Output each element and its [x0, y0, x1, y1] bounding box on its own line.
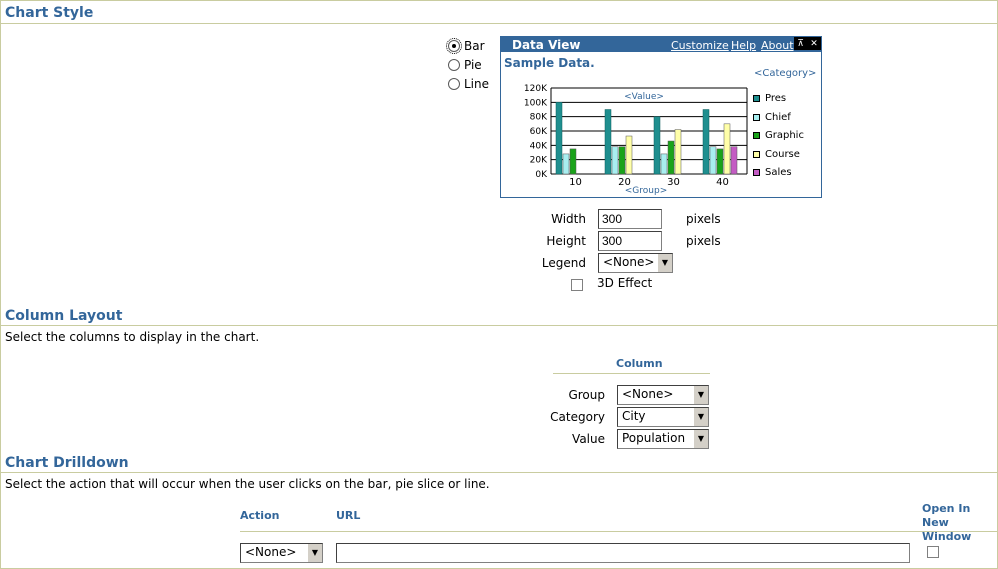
column-layout-description: Select the columns to display in the cha…	[5, 330, 260, 344]
action-select[interactable]: <None> ▼	[240, 543, 323, 563]
value-select[interactable]: Population ▼	[617, 429, 709, 449]
x-tick-label: 30	[667, 177, 680, 188]
height-input[interactable]	[598, 231, 662, 251]
legend-label: Sales	[765, 167, 792, 178]
y-tick-label: 20K	[530, 156, 548, 166]
radio-bar[interactable]: Bar	[446, 38, 485, 54]
bar	[625, 135, 633, 175]
legend-swatch	[753, 169, 760, 176]
column-header: Column	[616, 357, 663, 370]
column-layout-title: Column Layout	[5, 308, 123, 324]
chevron-down-icon[interactable]: ▼	[693, 386, 708, 404]
new-window-header: Open In New Window	[922, 502, 972, 543]
chevron-down-icon[interactable]: ▼	[693, 430, 708, 448]
category-label: Category	[550, 410, 605, 424]
url-header: URL	[336, 509, 361, 522]
height-label: Height	[546, 234, 586, 248]
bar	[709, 146, 717, 175]
radio-bar-button[interactable]	[446, 38, 462, 54]
x-tick-label: 10	[569, 177, 582, 188]
x-tick-label: 20	[618, 177, 631, 188]
group-label: Group	[568, 388, 605, 402]
bar	[611, 146, 619, 175]
legend-label: Chief	[765, 111, 791, 123]
y-tick-label: 80K	[530, 113, 548, 123]
group-select[interactable]: <None> ▼	[617, 385, 709, 405]
data-view-panel: Data View Customize Help About ⊼ ✕ Sampl…	[500, 36, 822, 198]
radio-pie-label: Pie	[464, 58, 482, 72]
group-select-value: <None>	[622, 387, 674, 401]
bar	[653, 116, 661, 175]
bar	[569, 148, 577, 175]
radio-line-label: Line	[464, 77, 490, 91]
width-input[interactable]	[598, 209, 662, 229]
3d-effect-checkbox[interactable]	[571, 279, 583, 291]
legend-item: Course	[753, 149, 800, 160]
legend-item: Sales	[753, 167, 792, 178]
chevron-down-icon[interactable]: ▼	[657, 254, 672, 272]
y-tick-label: 120K	[524, 84, 548, 94]
legend-swatch	[753, 132, 760, 139]
y-tick-label: 60K	[530, 127, 548, 137]
legend-swatch	[753, 95, 760, 102]
legend-label: Course	[765, 148, 800, 160]
radio-pie[interactable]: Pie	[448, 58, 482, 72]
url-input[interactable]	[336, 543, 910, 563]
drilldown-description: Select the action that will occur when t…	[5, 477, 490, 491]
bar	[674, 129, 682, 175]
legend-label: Graphic	[765, 130, 804, 141]
bar	[660, 153, 668, 175]
chevron-down-icon[interactable]: ▼	[307, 544, 322, 562]
radio-line[interactable]: Line	[448, 77, 489, 91]
category-select-value: City	[622, 409, 646, 423]
open-new-window-checkbox[interactable]	[927, 546, 939, 558]
bar	[555, 102, 563, 175]
drilldown-header-rule	[240, 531, 997, 532]
value-label: Value	[572, 432, 605, 446]
value-axis-label: <Value>	[624, 92, 664, 102]
bar	[723, 123, 731, 175]
radio-pie-button[interactable]	[448, 59, 460, 71]
column-header-rule	[553, 373, 710, 374]
legend-swatch	[753, 150, 760, 158]
width-label: Width	[551, 212, 586, 226]
section-divider	[1, 23, 997, 24]
legend-select-value: <None>	[603, 255, 655, 269]
radio-line-button[interactable]	[448, 78, 460, 90]
chart-style-title: Chart Style	[5, 5, 94, 21]
action-header: Action	[240, 509, 280, 522]
y-tick-label: 0K	[535, 170, 548, 180]
category-select[interactable]: City ▼	[617, 407, 709, 427]
radio-bar-label: Bar	[464, 39, 485, 53]
legend-label: Pres	[765, 93, 787, 104]
3d-effect-label: 3D Effect	[597, 276, 653, 290]
width-units: pixels	[686, 212, 721, 226]
bar	[667, 140, 675, 175]
height-units: pixels	[686, 234, 721, 248]
bar	[562, 153, 570, 175]
y-tick-label: 100K	[524, 98, 548, 108]
x-tick-label: 40	[716, 177, 729, 188]
bar	[618, 146, 626, 175]
legend-label: Legend	[541, 256, 586, 270]
legend-item: Chief	[753, 112, 791, 123]
group-axis-label: <Group>	[625, 186, 667, 196]
action-select-value: <None>	[245, 545, 297, 559]
y-tick-label: 40K	[530, 141, 548, 151]
section-divider	[1, 325, 997, 326]
bar	[716, 148, 724, 175]
legend-select[interactable]: <None> ▼	[598, 253, 673, 273]
bar	[702, 109, 710, 175]
chevron-down-icon[interactable]: ▼	[693, 408, 708, 426]
chart-drilldown-title: Chart Drilldown	[5, 455, 129, 471]
legend-swatch	[753, 113, 760, 121]
section-divider	[1, 472, 997, 473]
value-select-value: Population	[622, 431, 686, 445]
legend-item: Graphic	[753, 130, 804, 141]
bar	[604, 109, 612, 175]
legend-item: Pres	[753, 93, 786, 104]
bar	[730, 146, 738, 175]
